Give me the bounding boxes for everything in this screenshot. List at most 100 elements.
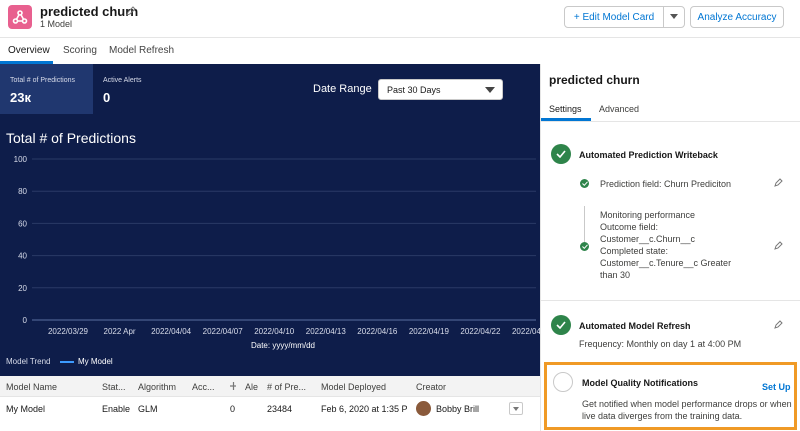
tab-overview[interactable]: Overview [8,45,50,56]
y-tick-label: 100 [14,155,28,164]
x-tick-label: 2022/04/04 [151,327,192,336]
edit-pencil-icon[interactable] [774,177,784,187]
edit-title-pencil-icon[interactable] [125,5,137,17]
settings-panel: predicted churn Settings Advanced Automa… [540,64,800,431]
divider [541,300,800,301]
notifications-desc-line: live data diverges from the training dat… [582,411,743,421]
col-alerts[interactable]: Ale [245,382,261,392]
y-tick-label: 0 [23,316,28,325]
cell-creator[interactable]: Bobby Brill [436,404,506,414]
incomplete-circle-icon [553,372,573,392]
legend-title: Model Trend [6,357,51,366]
x-tick-label: 2022/04/25 [512,327,540,336]
cell-model-deployed: Feb 6, 2020 at 1:35 P [321,404,408,414]
monitoring-line: Monitoring performance [600,210,696,220]
tab-advanced[interactable]: Advanced [599,104,639,114]
check-icon [551,144,571,164]
monitoring-text: Monitoring performance Outcome field: Cu… [600,209,770,281]
check-icon [580,179,589,188]
legend-item-my-model[interactable]: My Model [60,357,113,366]
legend-swatch [60,360,74,363]
cell-predictions: 23484 [267,404,293,414]
x-tick-label: 2022/04/16 [357,327,398,336]
edit-pencil-icon[interactable] [774,240,784,250]
main-tabs: Overview Scoring Model Refresh [0,38,540,64]
y-tick-label: 20 [18,284,27,293]
overview-dashboard: Total # of Predictions 23к Active Alerts… [0,64,540,376]
models-table: Model Name Stat... Algorithm Acc... Ale … [0,376,540,431]
total-predictions-card[interactable]: Total # of Predictions 23к [0,64,93,114]
col-creator[interactable]: Creator [416,382,496,392]
total-predictions-label: Total # of Predictions [10,77,75,84]
monitoring-line: Customer__c.Tenure__c Greater [600,258,732,268]
col-algorithm[interactable]: Algorithm [138,382,188,392]
notifications-card: Model Quality Notifications Set Up Get n… [544,362,797,430]
check-icon [551,315,571,335]
x-tick-label: 2022/04/07 [203,327,244,336]
monitoring-line: Customer__c.Churn__c [600,234,696,244]
chevron-down-icon [485,87,495,93]
cell-model-name[interactable]: My Model [6,404,96,414]
x-tick-label: 2022/04/13 [306,327,347,336]
chart-title: Total # of Predictions [6,130,136,146]
monitoring-line: Outcome field: [600,222,659,232]
page-title: predicted churn [40,4,139,19]
cell-alerts: 0 [230,404,236,414]
edit-model-card-button[interactable]: + Edit Model Card [564,6,664,28]
step-connector [584,206,585,242]
date-range-value: Past 30 Days [387,85,441,95]
notifications-title: Model Quality Notifications [582,378,699,388]
divider [541,121,800,122]
y-tick-label: 40 [18,252,27,261]
cell-algorithm: GLM [138,404,158,414]
check-icon [580,242,589,251]
x-tick-label: 2022 Apr [104,327,136,336]
col-model-name[interactable]: Model Name [6,382,96,392]
active-alerts-card[interactable]: Active Alerts 0 [93,64,183,114]
col-predictions[interactable]: # of Pre... [267,382,317,392]
predictions-chart: 100 80 60 40 20 0 2022/03/29 2022 Apr 2022/04/04… [14,155,540,350]
tab-scoring[interactable]: Scoring [63,45,97,56]
y-tick-label: 80 [18,187,27,196]
active-alerts-label: Active Alerts [103,77,142,84]
col-model-deployed[interactable]: Model Deployed [321,382,411,392]
tab-settings[interactable]: Settings [549,104,582,114]
monitoring-line: Completed state: [600,246,669,256]
model-logo-icon [8,5,32,29]
total-predictions-value: 23к [10,90,31,105]
row-actions-button[interactable] [509,402,523,415]
active-alerts-value: 0 [103,90,111,105]
x-tick-label: 2022/04/19 [409,327,450,336]
avatar [416,401,431,416]
col-status[interactable]: Stat... [102,382,132,392]
chevron-down-icon [670,14,678,19]
model-count: 1 Model [40,19,73,29]
notifications-description: Get notified when model performance drop… [582,398,797,422]
alert-icon [230,382,236,392]
edit-pencil-icon[interactable] [774,319,784,329]
chevron-down-icon [513,407,519,411]
table-header: Model Name Stat... Algorithm Acc... Ale … [0,376,540,397]
more-actions-button[interactable] [663,6,685,28]
cell-status: Enable [102,404,131,414]
notifications-desc-line: Get notified when model performance drop… [582,399,792,409]
refresh-frequency: Frequency: Monthly on day 1 at 4:00 PM [579,339,742,349]
tab-model-refresh[interactable]: Model Refresh [109,45,174,56]
analyze-accuracy-button[interactable]: Analyze Accuracy [690,6,784,28]
x-tick-label: 2022/04/10 [254,327,295,336]
page-header: predicted churn 1 Model + Edit Model Car… [0,0,800,38]
col-accuracy[interactable]: Acc... [192,382,224,392]
panel-title: predicted churn [549,73,640,87]
date-range-select[interactable]: Past 30 Days [378,79,503,100]
x-tick-label: 2022/03/29 [48,327,89,336]
date-range-label: Date Range [313,83,372,95]
writeback-title: Automated Prediction Writeback [579,150,718,160]
setup-link[interactable]: Set Up [762,382,791,392]
y-tick-label: 60 [18,219,27,228]
monitoring-line: than 30 [600,270,631,280]
refresh-title: Automated Model Refresh [579,321,691,331]
prediction-field-text: Prediction field: Churn Prediciton [600,179,732,189]
x-tick-label: 2022/04/22 [460,327,501,336]
x-axis-label: Date: yyyy/mm/dd [251,341,315,350]
legend-series-label: My Model [78,357,113,366]
